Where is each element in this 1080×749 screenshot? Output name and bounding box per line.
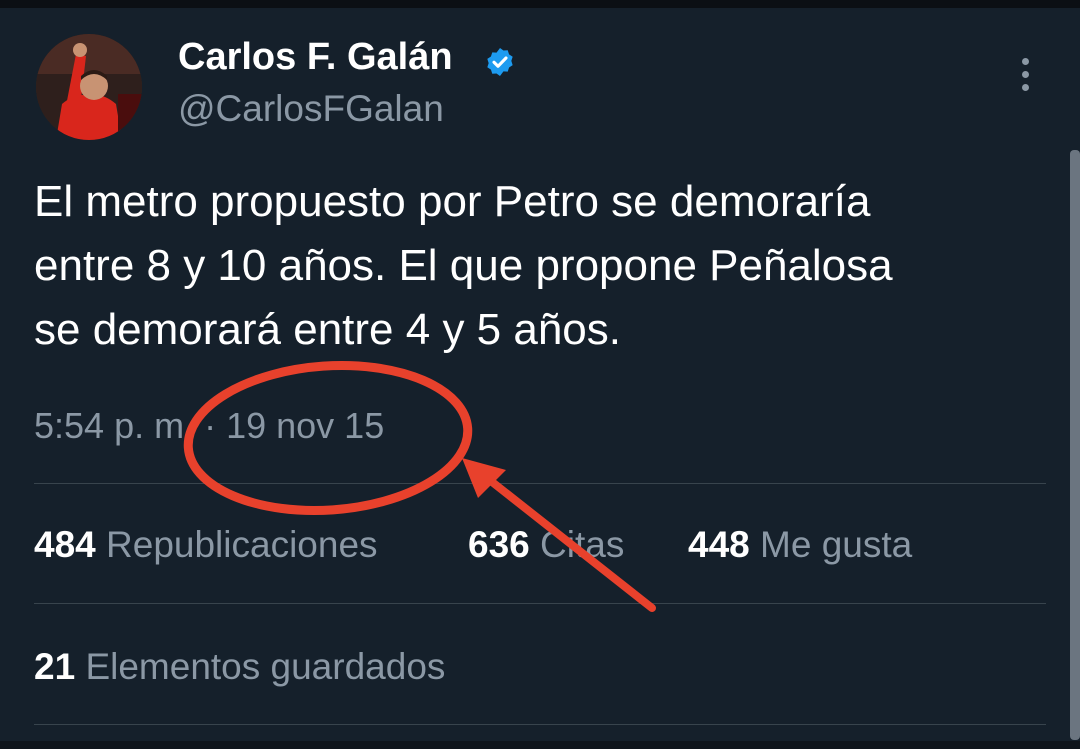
likes-label: Me gusta bbox=[760, 524, 913, 565]
tweet-line: El metro propuesto por Petro se demorarí… bbox=[34, 177, 871, 226]
more-options-icon[interactable] bbox=[1012, 58, 1038, 98]
quotes-stat[interactable]: 636 Citas bbox=[468, 524, 624, 566]
bookmarks-label: Elementos guardados bbox=[85, 646, 446, 687]
arrow-head bbox=[462, 458, 506, 498]
divider bbox=[34, 603, 1046, 604]
author-handle[interactable]: @CarlosFGalan bbox=[178, 88, 444, 130]
reposts-stat[interactable]: 484 Republicaciones bbox=[34, 524, 378, 566]
divider bbox=[34, 483, 1046, 484]
divider bbox=[34, 724, 1046, 725]
red-annotation-overlay bbox=[183, 361, 656, 612]
likes-count: 448 bbox=[688, 524, 750, 565]
reposts-count: 484 bbox=[34, 524, 96, 565]
quotes-count: 636 bbox=[468, 524, 530, 565]
tweet-timestamp[interactable]: 5:54 p. m. · 19 nov 15 bbox=[34, 405, 384, 447]
reposts-label: Republicaciones bbox=[106, 524, 378, 565]
tweet-line: se demorará entre 4 y 5 años. bbox=[34, 305, 621, 354]
author-name[interactable]: Carlos F. Galán bbox=[178, 36, 453, 79]
tweet-line: entre 8 y 10 años. El que propone Peñalo… bbox=[34, 241, 893, 290]
scrollbar[interactable] bbox=[1070, 150, 1080, 740]
bookmarks-count: 21 bbox=[34, 646, 76, 687]
quotes-label: Citas bbox=[540, 524, 625, 565]
bookmarks-stat[interactable]: 21 Elementos guardados bbox=[34, 646, 445, 688]
top-bar bbox=[0, 0, 1080, 8]
likes-stat[interactable]: 448 Me gusta bbox=[688, 524, 912, 566]
verified-badge-icon bbox=[487, 48, 513, 76]
avatar[interactable] bbox=[36, 34, 142, 140]
tweet-text: El metro propuesto por Petro se demorarí… bbox=[34, 170, 1044, 362]
bottom-bar bbox=[0, 741, 1080, 749]
